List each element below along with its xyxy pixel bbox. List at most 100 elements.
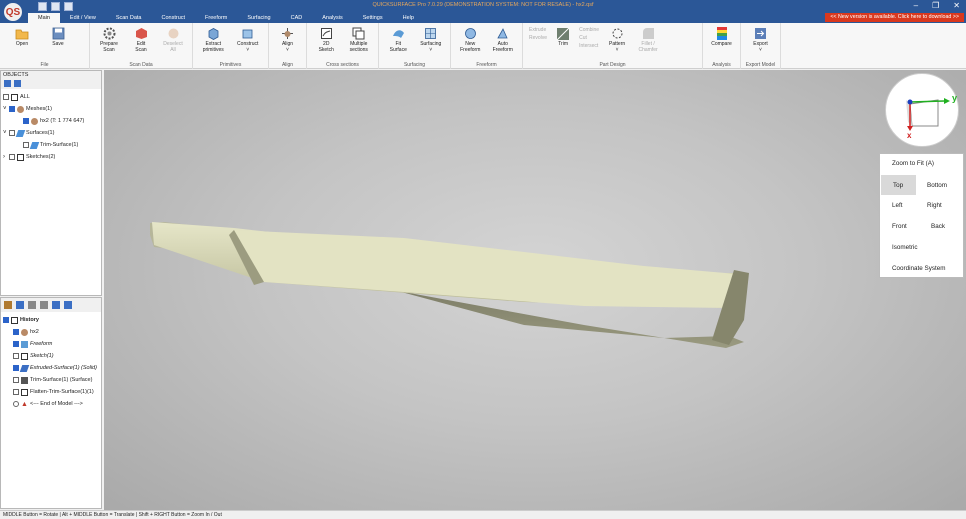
- list-icon: [11, 316, 18, 324]
- history-item[interactable]: Trim-Surface(1) (Surface): [3, 374, 99, 386]
- group-align: Align ˅ Align: [269, 23, 307, 69]
- history-item[interactable]: Freeform: [3, 338, 99, 350]
- window-title: QUICKSURFACE Pro 7.0.29 (DEMONSTRATION S…: [372, 2, 594, 8]
- tree-item-hx2[interactable]: hx2 (T: 1 774 647): [3, 115, 99, 127]
- forward-icon[interactable]: [64, 301, 72, 309]
- tree-item-meshes[interactable]: ˅ Meshes(1): [3, 103, 99, 115]
- rewind-icon[interactable]: [52, 301, 60, 309]
- construct-icon: [241, 27, 255, 40]
- grid-icon: [21, 340, 28, 348]
- filter-icon[interactable]: [40, 301, 48, 309]
- checkbox[interactable]: [13, 329, 19, 335]
- ribbon-tabs: Main Edit / View Scan Data Construct Fre…: [0, 13, 966, 23]
- filter-icon[interactable]: [14, 80, 21, 87]
- ribbon: Open Save File Prepare Scan Edit Scan Dese…: [0, 23, 966, 69]
- view-top-item[interactable]: Top: [881, 175, 916, 195]
- checkbox[interactable]: [23, 118, 29, 124]
- tree-item-all[interactable]: ALL: [3, 91, 99, 103]
- history-toolbar: [1, 298, 101, 312]
- view-left-item[interactable]: Left: [892, 202, 903, 209]
- update-notice[interactable]: << New version is available. Click here …: [825, 13, 964, 22]
- orientation-gizmo[interactable]: y x: [885, 73, 959, 147]
- tab-main[interactable]: Main: [28, 13, 60, 23]
- sketch-icon: [319, 27, 333, 40]
- checkbox[interactable]: [13, 365, 19, 371]
- extrude-icon: [19, 364, 30, 372]
- tab-construct[interactable]: Construct: [152, 13, 196, 23]
- tab-settings[interactable]: Settings: [353, 13, 393, 23]
- extrude-button[interactable]: Extrude: [529, 27, 547, 33]
- folder-icon: [15, 27, 29, 40]
- tree-item-surfaces[interactable]: ˅ Surfaces(1): [3, 127, 99, 139]
- tree-icon[interactable]: [16, 301, 24, 309]
- view-front-item[interactable]: Front: [892, 223, 907, 230]
- checkbox[interactable]: [13, 341, 19, 347]
- tab-freeform[interactable]: Freeform: [195, 13, 237, 23]
- combine-button[interactable]: Combine: [579, 27, 599, 33]
- tab-help[interactable]: Help: [393, 13, 424, 23]
- history-panel: History hx2 Freeform Sketch(1) Extruded-…: [0, 297, 102, 509]
- view-back-item[interactable]: Back: [931, 223, 945, 230]
- group-scan-data: Prepare Scan Edit Scan Deselect All Scan Da…: [90, 23, 193, 69]
- checkbox[interactable]: [13, 401, 19, 407]
- export-icon: [754, 27, 768, 40]
- history-item[interactable]: History: [3, 314, 99, 326]
- minimize-button[interactable]: –: [914, 1, 918, 10]
- end-marker-icon: ▲: [21, 400, 28, 408]
- list-icon: [11, 93, 18, 101]
- zoom-to-fit-item[interactable]: Zoom to Fit (A): [892, 160, 934, 167]
- group-export-model: Export ˅ Export Model: [741, 23, 781, 69]
- objects-label: OBJECTS: [1, 71, 101, 79]
- checkbox[interactable]: [9, 154, 15, 160]
- sketch-icon: [21, 352, 28, 360]
- group-surfacing: Fit Surface Surfacing ˅ Surfacing: [379, 23, 451, 69]
- tab-edit-view[interactable]: Edit / View: [60, 13, 106, 23]
- history-item[interactable]: ▲ <--- End of Model --->: [3, 398, 99, 410]
- checkbox[interactable]: [3, 317, 9, 323]
- history-item[interactable]: Sketch(1): [3, 350, 99, 362]
- checkbox[interactable]: [3, 94, 9, 100]
- tree-item-sketches[interactable]: › Sketches(2): [3, 151, 99, 163]
- tab-surfacing[interactable]: Surfacing: [237, 13, 280, 23]
- maximize-button[interactable]: ❐: [932, 1, 939, 10]
- history-item[interactable]: Flatten-Trim-Surface(1)(1): [3, 386, 99, 398]
- app-logo[interactable]: QS: [2, 1, 24, 23]
- close-button[interactable]: ✕: [953, 1, 960, 10]
- trim-icon: [556, 27, 570, 40]
- cut-button[interactable]: Cut: [579, 35, 599, 41]
- intersect-button[interactable]: Intersect: [579, 43, 599, 49]
- window-controls: – ❐ ✕: [914, 1, 960, 10]
- history-icon[interactable]: [4, 301, 12, 309]
- checkbox[interactable]: [13, 377, 19, 383]
- view-right-item[interactable]: Right: [927, 202, 942, 209]
- history-item[interactable]: hx2: [3, 326, 99, 338]
- checkbox[interactable]: [13, 353, 19, 359]
- fillet-icon: [641, 27, 655, 40]
- 3d-viewport[interactable]: [104, 70, 966, 510]
- group-freeform: New Freeform Auto Freeform Freeform: [451, 23, 523, 69]
- show-all-icon[interactable]: [4, 80, 11, 87]
- view-isometric-item[interactable]: Isometric: [892, 244, 918, 251]
- tab-analysis[interactable]: Analysis: [312, 13, 352, 23]
- mesh-edit-icon: [134, 27, 148, 40]
- surface-icon: [15, 129, 26, 137]
- group-primitives: Extract primitives Construct ˅ Primitives: [193, 23, 269, 69]
- tree-item-trim-surface[interactable]: Trim-Surface(1): [3, 139, 99, 151]
- mesh-model[interactable]: [104, 70, 966, 510]
- flatten-icon: [21, 388, 28, 396]
- history-item[interactable]: Extruded-Surface(1) (Solid): [3, 362, 99, 374]
- floppy-icon: [51, 27, 65, 40]
- sketch-icon: [17, 153, 24, 161]
- coordinate-system-item[interactable]: Coordinate System: [892, 265, 946, 272]
- view-bottom-item[interactable]: Bottom: [927, 182, 947, 189]
- group-part-design: Extrude Revolve Trim Combine Cut Interse…: [523, 23, 703, 69]
- revolve-button[interactable]: Revolve: [529, 35, 547, 41]
- checkbox[interactable]: [9, 106, 15, 112]
- pattern-icon: [610, 27, 624, 40]
- tab-scan-data[interactable]: Scan Data: [106, 13, 152, 23]
- play-icon[interactable]: [28, 301, 36, 309]
- tab-cad[interactable]: CAD: [281, 13, 313, 23]
- checkbox[interactable]: [9, 130, 15, 136]
- checkbox[interactable]: [13, 389, 19, 395]
- checkbox[interactable]: [23, 142, 29, 148]
